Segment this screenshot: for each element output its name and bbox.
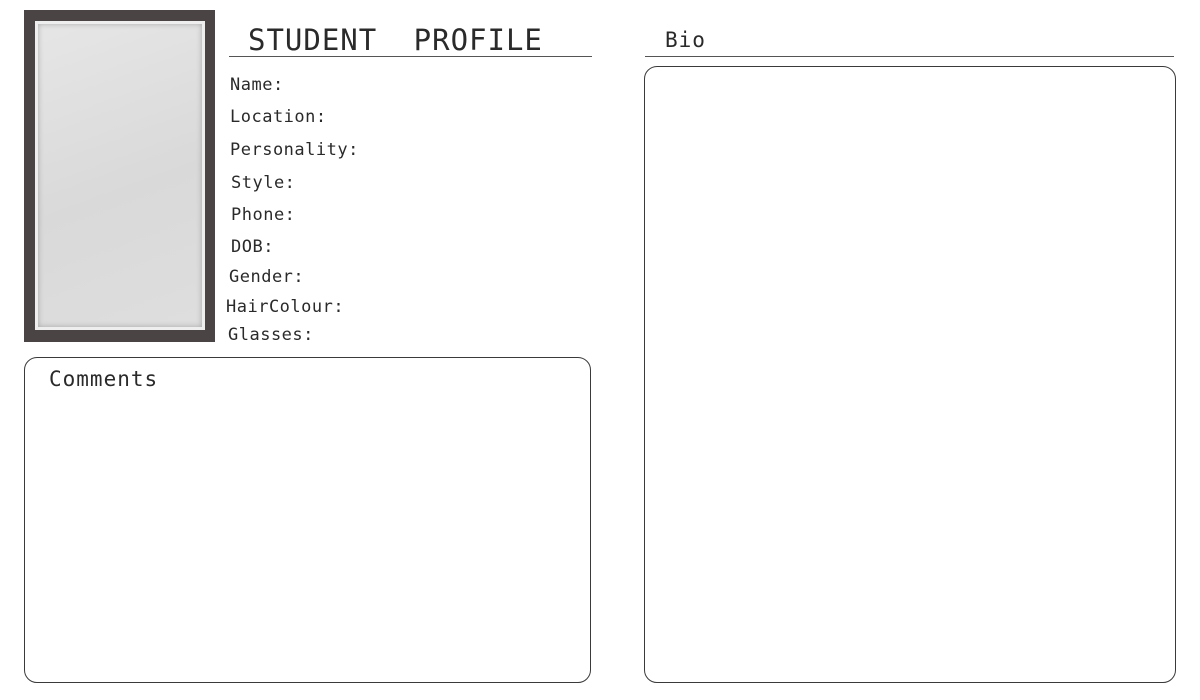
comments-box[interactable]: Comments	[24, 357, 591, 683]
field-location-label: Location:	[230, 107, 327, 127]
field-phone-label: Phone:	[231, 205, 296, 225]
field-glasses-label: Glasses:	[228, 325, 314, 345]
bio-box[interactable]	[644, 66, 1176, 683]
field-personality-label: Personality:	[230, 140, 359, 160]
field-name-label: Name:	[230, 75, 284, 95]
photo-frame	[24, 10, 215, 342]
photo-placeholder[interactable]	[35, 21, 205, 330]
field-haircolour-label: HairColour:	[226, 297, 345, 317]
page-title: STUDENT PROFILE	[248, 23, 543, 57]
title-divider	[229, 56, 592, 57]
bio-label: Bio	[665, 28, 706, 52]
field-gender-label: Gender:	[229, 267, 305, 287]
bio-divider	[645, 56, 1174, 57]
comments-label: Comments	[49, 367, 159, 391]
field-style-label: Style:	[231, 173, 296, 193]
field-dob-label: DOB:	[231, 237, 274, 257]
